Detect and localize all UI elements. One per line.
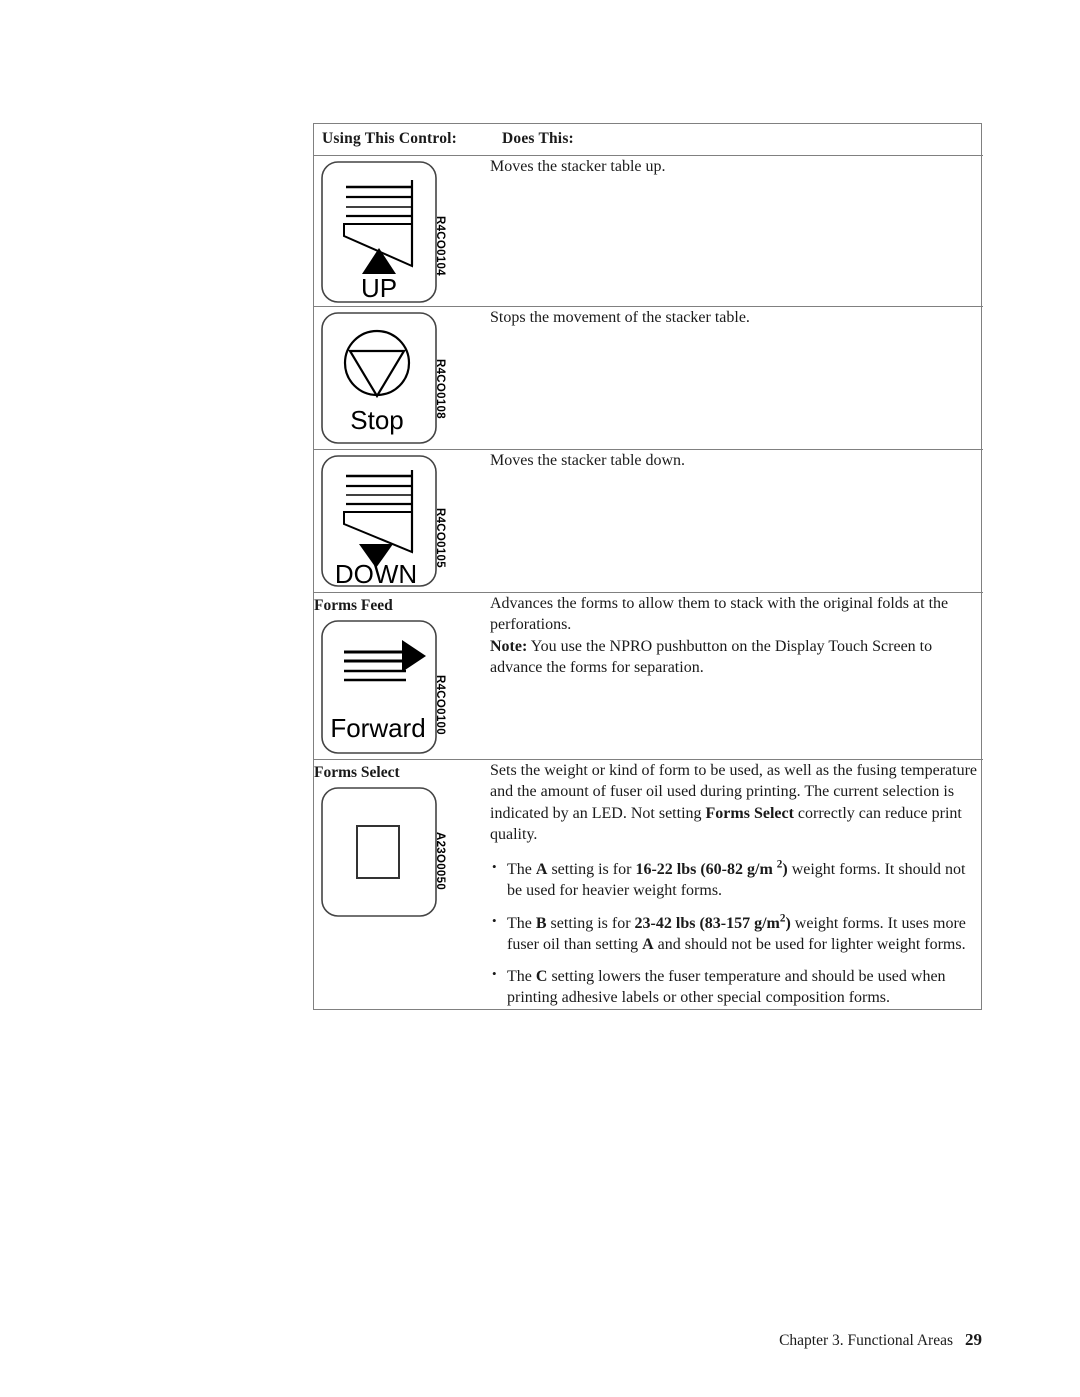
page-footer: Chapter 3. Functional Areas 29 <box>0 1330 982 1350</box>
up-button-text: UP <box>361 273 397 303</box>
table-row-up: UP R4CO0104 Moves the stacker table up. <box>314 155 983 307</box>
description-text-down: Moves the stacker table down. <box>490 452 686 469</box>
down-button-graphic[interactable]: DOWN R4CO0105 <box>314 450 464 592</box>
control-cell-up: UP R4CO0104 <box>314 155 490 307</box>
bullet-b-weight: 23-42 lbs (83-157 g/m <box>634 914 780 932</box>
table-row-forms-select: Forms Select A23O0050 Sets the weight or… <box>314 760 983 1009</box>
forms-select-button-graphic[interactable]: A23O0050 <box>314 784 464 924</box>
operator-control-table: Using This Control: Does This: UP R4CO01… <box>313 123 983 1010</box>
footer-page-number: 29 <box>965 1330 982 1349</box>
forward-button-graphic[interactable]: Forward R4CO0100 <box>314 617 464 759</box>
bullet-a-t1: The <box>507 861 536 879</box>
bullet-b-ref-a: A <box>642 935 654 953</box>
reference-code-stop: R4CO0108 <box>434 359 446 419</box>
list-item-setting-b: The B setting is for 23-42 lbs (83-157 g… <box>490 912 983 956</box>
control-cell-down: DOWN R4CO0105 <box>314 449 490 593</box>
list-item-setting-c: The C setting lowers the fuser temperatu… <box>490 965 983 1009</box>
description-cell-up: Moves the stacker table up. <box>490 155 983 307</box>
bullet-a-t2: setting is for <box>547 861 636 879</box>
up-button-graphic[interactable]: UP R4CO0104 <box>314 156 464 306</box>
table-header-row: Using This Control: Does This: <box>314 124 983 156</box>
bullet-b-letter: B <box>535 914 547 932</box>
bullet-b-t2: setting is for <box>546 914 635 932</box>
note-body: You use the NPRO pushbutton on the Displ… <box>490 637 933 676</box>
control-cell-forms-feed: Forms Feed Forward R4CO0100 <box>314 592 490 760</box>
reference-code-down: R4CO0105 <box>434 508 446 568</box>
control-cell-forms-select: Forms Select A23O0050 <box>314 760 490 1009</box>
bullet-b-t1: The <box>507 914 536 932</box>
list-item-setting-a: The A setting is for 16-22 lbs (60-82 g/… <box>490 858 983 902</box>
control-label-forms-select: Forms Select <box>314 764 400 781</box>
description-text-stop: Stops the movement of the stacker table. <box>490 309 750 326</box>
down-button-text: DOWN <box>335 559 417 589</box>
document-page: Using This Control: Does This: UP R4CO01… <box>0 0 1080 1397</box>
forward-button-text: Forward <box>330 713 425 743</box>
reference-code-forward: R4CO0100 <box>434 675 446 735</box>
description-cell-down: Moves the stacker table down. <box>490 449 983 593</box>
bullet-a-weight: 16-22 lbs (60-82 g/m <box>635 861 777 879</box>
forms-select-settings-list: The A setting is for 16-22 lbs (60-82 g/… <box>490 858 983 1009</box>
description-cell-stop: Stops the movement of the stacker table. <box>490 306 983 450</box>
reference-code-up: R4CO0104 <box>434 216 446 276</box>
table-row-stop: Stop R4CO0108 Stops the movement of the … <box>314 306 983 450</box>
bullet-a-letter: A <box>535 861 548 879</box>
table-row-down: DOWN R4CO0105 Moves the stacker table do… <box>314 449 983 593</box>
bullet-c-t2: setting lowers the fuser temperature and… <box>507 968 946 1007</box>
bullet-b-t4: and should not be used for lighter weigh… <box>653 935 966 953</box>
bullet-c-t1: The <box>507 968 536 986</box>
description-cell-forms-select: Sets the weight or kind of form to be us… <box>490 760 983 1009</box>
table-row-forms-feed: Forms Feed Forward R4CO0100 Advances the… <box>314 592 983 760</box>
description-text-forms-select: Sets the weight or kind of form to be us… <box>490 760 983 845</box>
forms-select-intro-bold: Forms Select <box>705 804 794 822</box>
control-label-forms-feed: Forms Feed <box>314 597 393 614</box>
stop-button-graphic[interactable]: Stop R4CO0108 <box>314 307 464 449</box>
control-cell-stop: Stop R4CO0108 <box>314 306 490 450</box>
header-label-control: Using This Control: <box>322 130 458 147</box>
description-note-forms-feed: Note: You use the NPRO pushbutton on the… <box>490 636 983 679</box>
description-text-forms-feed: Advances the forms to allow them to stac… <box>490 595 949 634</box>
description-text-up: Moves the stacker table up. <box>490 158 666 175</box>
header-cell-does-this: Does This: <box>490 124 983 156</box>
bullet-c-letter: C <box>535 968 548 986</box>
description-cell-forms-feed: Advances the forms to allow them to stac… <box>490 592 983 760</box>
header-cell-using-this-control: Using This Control: <box>314 124 490 156</box>
note-prefix: Note: <box>490 637 528 655</box>
reference-code-forms-select: A23O0050 <box>434 832 446 891</box>
stop-button-text: Stop <box>350 405 404 435</box>
footer-chapter-title: Chapter 3. Functional Areas <box>779 1332 953 1349</box>
header-label-does-this: Does This: <box>502 130 574 147</box>
